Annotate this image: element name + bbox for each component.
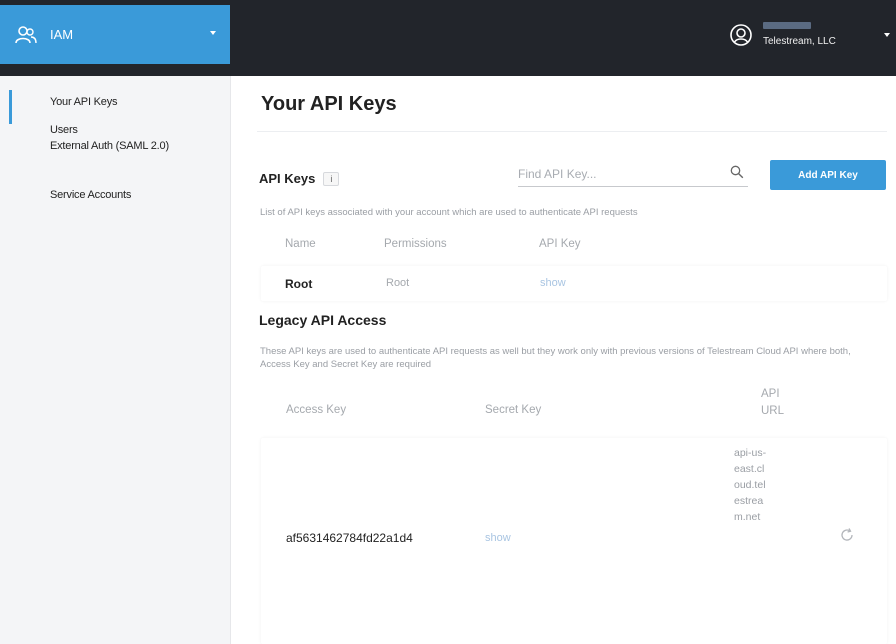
- api-keys-description: List of API keys associated with your ac…: [260, 207, 638, 218]
- column-header-permissions: Permissions: [384, 238, 447, 250]
- app-name: IAM: [50, 27, 74, 42]
- sidebar-item-service-accounts[interactable]: Service Accounts: [50, 189, 131, 201]
- org-name: Telestream, LLC: [763, 35, 836, 47]
- sidebar-item-external-auth[interactable]: External Auth (SAML 2.0): [50, 140, 169, 152]
- sidebar-item-your-api-keys[interactable]: Your API Keys: [50, 96, 118, 108]
- table-row: [261, 266, 887, 301]
- divider: [257, 131, 887, 132]
- legacy-section-title: Legacy API Access: [259, 312, 387, 328]
- active-indicator: [9, 90, 12, 124]
- api-key-name: Root: [285, 277, 313, 291]
- account-circle-icon: [730, 23, 752, 46]
- show-secret-key-link[interactable]: show: [485, 532, 511, 544]
- app-switcher[interactable]: IAM: [0, 5, 230, 64]
- api-url-value: api-us-east.cloud.telestream.net: [734, 447, 767, 523]
- user-info: Telestream, LLC: [763, 21, 836, 48]
- search-icon[interactable]: [730, 165, 744, 179]
- access-key-value: af5631462784fd22a1d4: [286, 531, 413, 545]
- refresh-icon[interactable]: [839, 527, 855, 543]
- info-icon[interactable]: i: [323, 171, 340, 186]
- sidebar: Your API Keys Users External Auth (SAML …: [0, 76, 231, 644]
- sidebar-item-users[interactable]: Users: [50, 124, 78, 136]
- column-header-api-key: API Key: [539, 238, 581, 250]
- user-name-redacted: [763, 21, 811, 29]
- users-icon: [14, 24, 40, 46]
- user-menu[interactable]: Telestream, LLC: [721, 5, 896, 64]
- main-content: Your API Keys API Keys i Add API Key Lis…: [231, 76, 896, 644]
- legacy-description: These API keys are used to authenticate …: [260, 346, 851, 370]
- api-keys-title: API Keys: [259, 171, 316, 186]
- chevron-down-icon: [210, 31, 216, 35]
- api-keys-section-title: API Keys i: [259, 171, 340, 186]
- column-header-secret-key: Secret Key: [485, 404, 542, 416]
- show-api-key-link[interactable]: show: [540, 277, 566, 289]
- search-input[interactable]: [518, 164, 708, 184]
- add-api-key-button[interactable]: Add API Key: [770, 160, 886, 190]
- search-box: [518, 164, 748, 187]
- chevron-down-icon: [884, 33, 890, 37]
- column-header-api-url: API URL: [761, 388, 785, 417]
- top-bar: IAM Telestream, LLC: [0, 0, 896, 76]
- page-title: Your API Keys: [261, 93, 397, 115]
- column-header-name: Name: [285, 238, 316, 250]
- api-key-permissions: Root: [386, 277, 410, 289]
- column-header-access-key: Access Key: [286, 404, 347, 416]
